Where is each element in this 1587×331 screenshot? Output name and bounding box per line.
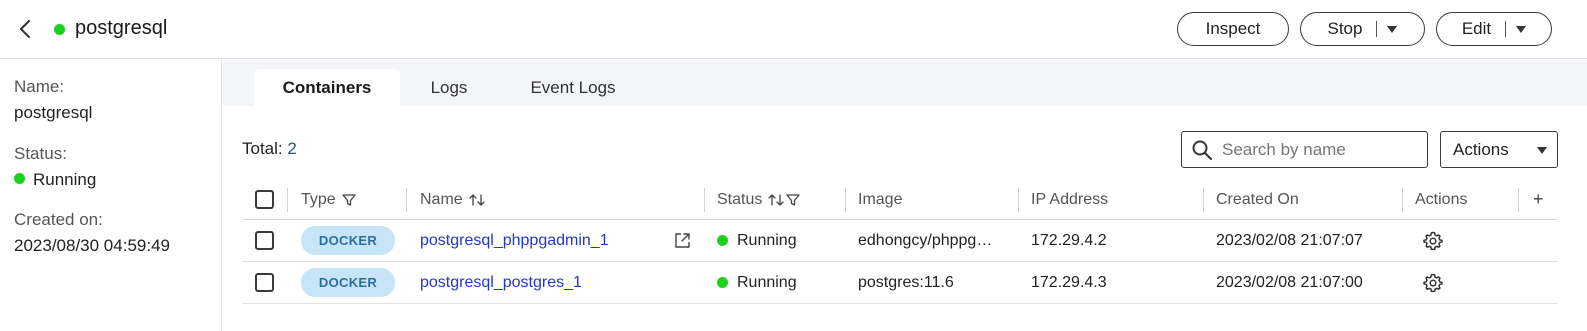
- total-value: 2: [287, 139, 297, 158]
- table-row: DOCKER postgresql_postgres_1 Running pos…: [242, 262, 1558, 304]
- chevron-down-icon[interactable]: [1387, 25, 1398, 33]
- edit-button-label: Edit: [1461, 19, 1492, 38]
- column-header-type[interactable]: Type: [301, 180, 356, 219]
- column-header-name-label: Name: [420, 190, 463, 208]
- status-cell: Running: [717, 262, 797, 303]
- row-checkbox-cell: [255, 262, 274, 303]
- stop-button-label: Stop: [1327, 19, 1363, 38]
- inspect-button[interactable]: Inspect: [1177, 12, 1289, 46]
- status-label: Status:: [14, 144, 67, 163]
- page-title: postgresql: [75, 17, 168, 39]
- image-cell: edhongcy/phppg…: [858, 231, 993, 249]
- created-label: Created on:: [14, 210, 103, 229]
- open-external-icon[interactable]: [674, 220, 691, 261]
- app-info-panel: Name: postgresql Status: Running Created…: [0, 60, 222, 331]
- type-badge: DOCKER: [301, 226, 395, 255]
- status-text: Running: [33, 170, 97, 189]
- type-badge: DOCKER: [301, 268, 395, 297]
- column-header-created-on: Created On: [1216, 190, 1299, 208]
- tab-logs[interactable]: Logs: [409, 69, 489, 106]
- column-header-image: Image: [858, 190, 903, 208]
- search-input[interactable]: [1222, 139, 1417, 160]
- tab-containers[interactable]: Containers: [254, 69, 400, 106]
- name-label: Name:: [14, 77, 65, 96]
- name-value: postgresql: [14, 103, 93, 122]
- add-column-button[interactable]: +: [1533, 180, 1544, 219]
- container-name-link[interactable]: postgresql_phppgadmin_1: [420, 220, 609, 261]
- search-box[interactable]: [1181, 131, 1428, 168]
- inspect-button-label: Inspect: [1205, 19, 1261, 38]
- table-row: DOCKER postgresql_phppgadmin_1 Running e…: [242, 220, 1558, 262]
- row-checkbox[interactable]: [255, 273, 274, 292]
- chevron-down-icon: [1537, 147, 1547, 154]
- total-count: Total: 2: [242, 139, 297, 159]
- row-checkbox[interactable]: [255, 231, 274, 250]
- status-text: Running: [737, 273, 797, 291]
- column-header-actions: Actions: [1415, 190, 1468, 208]
- select-all-checkbox[interactable]: [255, 190, 274, 209]
- running-status-dot: [717, 235, 728, 246]
- status-dot: [14, 173, 25, 184]
- created-on-cell: 2023/02/08 21:07:00: [1216, 273, 1363, 291]
- ip-address-cell: 172.29.4.2: [1031, 231, 1107, 249]
- column-divider: [1518, 188, 1519, 212]
- status-value: Running: [14, 170, 96, 190]
- sort-icon[interactable]: [768, 193, 785, 207]
- column-divider: [1402, 188, 1403, 212]
- column-header-status[interactable]: Status: [717, 180, 801, 219]
- containers-table: Type Name Status Image IP Address Create…: [242, 180, 1558, 304]
- page-header: postgresql Inspect Stop Edit: [0, 0, 1587, 59]
- column-header-ip-address: IP Address: [1031, 190, 1109, 208]
- edit-button[interactable]: Edit: [1436, 12, 1552, 46]
- tab-bar: Containers Logs Event Logs: [223, 60, 1587, 106]
- container-name-link[interactable]: postgresql_postgres_1: [420, 262, 582, 303]
- status-cell: Running: [717, 220, 797, 261]
- back-arrow-icon[interactable]: [14, 17, 38, 41]
- filter-icon[interactable]: [786, 193, 801, 207]
- status-text: Running: [737, 231, 797, 249]
- select-all-checkbox-cell: [255, 180, 274, 219]
- column-header-status-label: Status: [717, 190, 763, 208]
- column-divider: [406, 188, 407, 212]
- column-divider: [1018, 188, 1019, 212]
- column-divider: [704, 188, 705, 212]
- actions-dropdown[interactable]: Actions: [1440, 131, 1558, 168]
- total-label: Total:: [242, 139, 283, 158]
- filter-icon[interactable]: [342, 193, 356, 207]
- column-divider: [845, 188, 846, 212]
- column-header-type-label: Type: [301, 190, 336, 208]
- actions-dropdown-label: Actions: [1453, 139, 1509, 159]
- created-value: 2023/08/30 04:59:49: [14, 236, 170, 255]
- running-status-dot: [717, 277, 728, 288]
- column-divider: [1203, 188, 1204, 212]
- type-cell: DOCKER: [301, 220, 395, 261]
- main-content: Containers Logs Event Logs Total: 2 Acti…: [223, 60, 1587, 331]
- app-status-dot: [54, 24, 65, 35]
- type-cell: DOCKER: [301, 262, 395, 303]
- image-cell: postgres:11.6: [858, 273, 954, 291]
- gear-icon[interactable]: [1423, 220, 1443, 261]
- gear-icon[interactable]: [1423, 262, 1443, 303]
- stop-button[interactable]: Stop: [1300, 12, 1425, 46]
- column-header-name[interactable]: Name: [420, 180, 485, 219]
- column-divider: [287, 188, 288, 212]
- ip-address-cell: 172.29.4.3: [1031, 273, 1107, 291]
- chevron-down-icon[interactable]: [1516, 25, 1527, 33]
- tab-event-logs[interactable]: Event Logs: [509, 69, 637, 106]
- created-on-cell: 2023/02/08 21:07:07: [1216, 231, 1363, 249]
- row-checkbox-cell: [255, 220, 274, 261]
- table-header: Type Name Status Image IP Address Create…: [242, 180, 1558, 220]
- button-divider: [1505, 21, 1507, 37]
- search-icon: [1182, 132, 1222, 167]
- button-divider: [1376, 21, 1378, 37]
- sort-icon[interactable]: [469, 193, 485, 207]
